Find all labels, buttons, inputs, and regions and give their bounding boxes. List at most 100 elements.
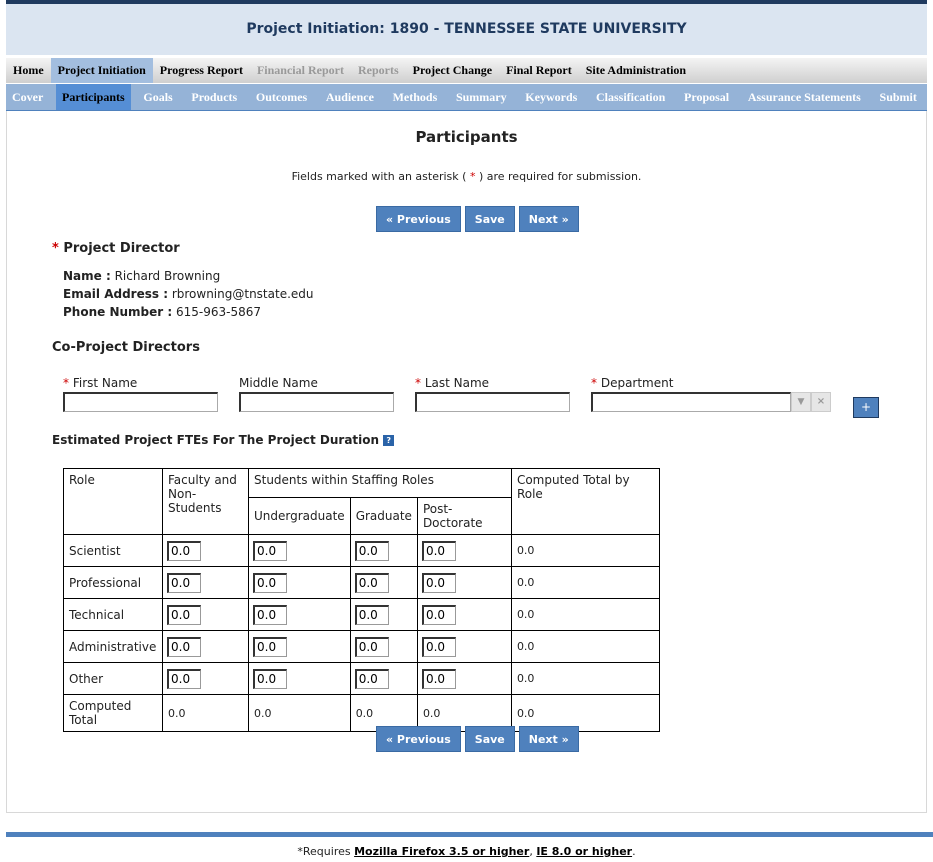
main-nav-progress-report[interactable]: Progress Report	[153, 58, 250, 83]
save-button[interactable]: Save	[464, 726, 515, 752]
fte-input[interactable]	[253, 604, 287, 625]
fte-cell	[162, 662, 249, 695]
co-directors-heading: Co-Project Directors	[52, 340, 200, 355]
last-name-label: * Last Name	[415, 376, 490, 390]
tab-products[interactable]: Products	[185, 84, 243, 110]
fte-cell	[248, 662, 351, 695]
tab-keywords[interactable]: Keywords	[519, 84, 583, 110]
fte-cell	[416, 598, 512, 631]
fte-cell	[162, 598, 249, 631]
tab-audience[interactable]: Audience	[320, 84, 380, 110]
computed-total-label: Computed Total	[63, 694, 163, 732]
chevron-down-icon[interactable]: ▼	[791, 392, 811, 412]
tab-participants[interactable]: Participants	[56, 84, 131, 110]
main-nav-home[interactable]: Home	[6, 58, 51, 83]
fte-input[interactable]	[253, 636, 287, 657]
row-total: 0.0	[510, 630, 660, 663]
fte-cell	[349, 662, 418, 695]
fte-input[interactable]	[354, 668, 389, 689]
add-co-director-button[interactable]: +	[853, 397, 879, 418]
fte-input[interactable]	[421, 636, 456, 657]
row-total: 0.0	[510, 566, 660, 599]
fte-cell	[162, 630, 249, 663]
firefox-link[interactable]: Mozilla Firefox 3.5 or higher	[354, 845, 529, 858]
tab-submit[interactable]: Submit	[874, 84, 923, 110]
role-cell: Administrative	[63, 630, 163, 663]
fte-cell	[349, 598, 418, 631]
fte-cell	[248, 630, 351, 663]
fte-input[interactable]	[354, 540, 389, 561]
role-cell: Other	[63, 662, 163, 695]
fte-input[interactable]	[167, 540, 201, 561]
fte-input[interactable]	[253, 668, 287, 689]
fte-input[interactable]	[421, 668, 456, 689]
fte-cell	[349, 630, 418, 663]
fte-input[interactable]	[167, 668, 201, 689]
main-nav-project-change[interactable]: Project Change	[406, 58, 499, 83]
fte-input[interactable]	[354, 636, 389, 657]
table-row: Technical 0.0	[63, 598, 660, 631]
middle-name-input[interactable]	[239, 392, 394, 412]
department-select[interactable]	[591, 392, 791, 412]
fte-input[interactable]	[421, 540, 456, 561]
fte-input[interactable]	[167, 572, 201, 593]
fte-cell	[416, 662, 512, 695]
director-info: Name : Richard Browning Email Address : …	[63, 269, 314, 319]
page-title: Participants	[415, 128, 518, 146]
header-graduate: Graduate	[349, 497, 418, 535]
tab-outcomes[interactable]: Outcomes	[250, 84, 313, 110]
fte-cell	[416, 630, 512, 663]
previous-button[interactable]: « Previous	[376, 726, 461, 752]
main-nav-final-report[interactable]: Final Report	[499, 58, 579, 83]
project-director-heading: * Project Director	[52, 241, 180, 256]
clear-icon[interactable]: ×	[811, 392, 831, 412]
fte-input[interactable]	[253, 572, 287, 593]
ie-link[interactable]: IE 8.0 or higher	[536, 845, 632, 858]
fte-input[interactable]	[167, 636, 201, 657]
table-row: Scientist 0.0	[63, 534, 660, 567]
previous-button[interactable]: « Previous	[376, 206, 461, 232]
fte-input[interactable]	[421, 604, 456, 625]
footer: *Requires Mozilla Firefox 3.5 or higher,…	[297, 845, 636, 858]
role-cell: Professional	[63, 566, 163, 599]
header-students: Students within Staffing Roles	[248, 468, 512, 498]
fte-input[interactable]	[253, 540, 287, 561]
fte-input[interactable]	[167, 604, 201, 625]
header-postdoc: Post-Doctorate	[416, 497, 512, 535]
sub-nav: Cover Participants Goals Products Outcomes Au…	[6, 84, 927, 111]
page-header: Project Initiation: 1890 - TENNESSEE STA…	[6, 4, 927, 55]
main-nav-project-initiation[interactable]: Project Initiation	[50, 58, 153, 83]
computed-total-value: 0.0	[162, 694, 249, 732]
fte-input[interactable]	[354, 572, 389, 593]
row-total: 0.0	[510, 598, 660, 631]
tab-cover[interactable]: Cover	[6, 84, 49, 110]
required-note: Fields marked with an asterisk ( * ) are…	[291, 170, 642, 183]
last-name-input[interactable]	[415, 392, 570, 412]
table-row: Other 0.0	[63, 662, 660, 695]
top-buttons: « Previous Save Next »	[376, 206, 579, 232]
tab-proposal[interactable]: Proposal	[678, 84, 735, 110]
table-row: Professional 0.0	[63, 566, 660, 599]
fte-cell	[349, 534, 418, 567]
header-faculty: Faculty and Non-Students	[162, 468, 249, 535]
header-role: Role	[63, 468, 163, 535]
next-button[interactable]: Next »	[518, 726, 579, 752]
next-button[interactable]: Next »	[518, 206, 579, 232]
tab-goals[interactable]: Goals	[137, 84, 178, 110]
first-name-input[interactable]	[63, 392, 218, 412]
main-nav-site-administration[interactable]: Site Administration	[579, 58, 693, 83]
row-total: 0.0	[510, 662, 660, 695]
fte-table: Role Faculty and Non-Students Students w…	[63, 468, 660, 732]
tab-assurance-statements[interactable]: Assurance Statements	[742, 84, 867, 110]
role-cell: Technical	[63, 598, 163, 631]
fte-input[interactable]	[421, 572, 456, 593]
help-icon[interactable]: ?	[383, 435, 395, 446]
director-email: rbrowning@tnstate.edu	[171, 287, 314, 301]
tab-methods[interactable]: Methods	[387, 84, 444, 110]
fte-input[interactable]	[354, 604, 389, 625]
tab-classification[interactable]: Classification	[590, 84, 671, 110]
tab-summary[interactable]: Summary	[450, 84, 513, 110]
fte-cell	[248, 566, 351, 599]
save-button[interactable]: Save	[464, 206, 515, 232]
first-name-label: * First Name	[63, 376, 138, 390]
